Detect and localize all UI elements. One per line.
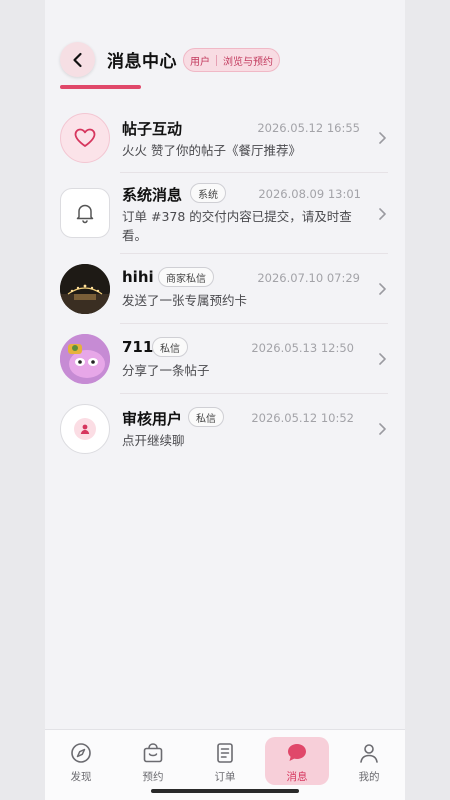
chevron-right-icon [379, 353, 386, 365]
message-time: 2026.08.09 13:01 [258, 187, 361, 201]
message-row-711[interactable]: 711 私信 2026.05.13 12:50 分享了一条帖子 [45, 324, 405, 394]
chevron-right-icon [379, 283, 386, 295]
avatar-photo [60, 264, 110, 314]
message-time: 2026.05.12 16:55 [257, 121, 360, 135]
tab-label: 订单 [214, 771, 236, 783]
home-indicator [151, 789, 299, 793]
header: 消息中心 用户 浏览与预约 [45, 0, 405, 100]
tab-label: 消息 [286, 771, 308, 783]
avatar [60, 404, 110, 454]
message-preview: 火火 赞了你的帖子《餐厅推荐》 [122, 143, 301, 158]
cartoon-image [60, 334, 110, 384]
user-icon [74, 418, 96, 440]
mode-user-label: 用户 [190, 56, 210, 68]
message-time: 2026.07.10 07:29 [257, 271, 360, 285]
message-preview: 订单 #378 的交付内容已提交，请及时查看。 [122, 209, 352, 243]
message-sender: hihi [122, 268, 154, 286]
chevron-right-icon [379, 208, 386, 220]
avatar [60, 188, 110, 238]
document-icon [217, 743, 233, 763]
chevron-right-icon [379, 423, 386, 435]
tab-label: 发现 [70, 771, 92, 783]
title-underline [60, 85, 141, 89]
message-preview: 发送了一张专属预约卡 [122, 293, 248, 308]
message-row-review-user[interactable]: 审核用户 私信 2026.05.12 10:52 点开继续聊 [45, 394, 405, 464]
tab-profile[interactable]: 我的 [341, 737, 397, 785]
sender-badge: 私信 [152, 337, 188, 357]
tab-booking[interactable]: 预约 [125, 737, 181, 785]
message-preview: 分享了一条帖子 [122, 363, 210, 378]
chevron-left-icon [72, 52, 82, 67]
message-preview: 点开继续聊 [122, 433, 185, 448]
chat-bubble-icon [288, 744, 306, 761]
tab-messages[interactable]: 消息 [265, 737, 329, 785]
avatar-photo [60, 334, 110, 384]
message-row-hihi[interactable]: hihi 商家私信 2026.07.10 07:29 发送了一张专属预约卡 [45, 254, 405, 324]
tab-label: 预约 [142, 771, 164, 783]
sender-badge: 私信 [188, 407, 224, 427]
bell-icon [76, 204, 94, 224]
bottom-tab-bar: 发现 预约 订单 消息 我的 [45, 729, 405, 800]
message-time: 2026.05.13 12:50 [251, 341, 354, 355]
person-icon [360, 744, 378, 763]
mode-browse-label: 浏览与预约 [223, 56, 273, 68]
sender-badge: 系统 [190, 183, 226, 203]
tab-label: 我的 [358, 771, 380, 783]
message-row-system[interactable]: 系统消息 系统 2026.08.09 13:01 订单 #378 的交付内容已提… [45, 173, 405, 254]
page-title: 消息中心 [107, 52, 177, 72]
avatar [60, 113, 110, 163]
message-sender: 审核用户 [122, 410, 183, 428]
mode-switch[interactable]: 用户 浏览与预约 [183, 48, 280, 72]
message-row-post-interaction[interactable]: 帖子互动 2026.05.12 16:55 火火 赞了你的帖子《餐厅推荐》 [45, 103, 405, 173]
message-time: 2026.05.12 10:52 [251, 411, 354, 425]
heart-icon [74, 128, 96, 147]
message-sender: 711 [122, 338, 154, 356]
message-sender: 帖子互动 [122, 120, 183, 138]
tab-discover[interactable]: 发现 [53, 737, 109, 785]
night-scene-image [60, 264, 110, 314]
sender-badge: 商家私信 [158, 267, 214, 287]
phone-screen: 消息中心 用户 浏览与预约 帖子互动 2026.05.12 16:55 火火 赞… [45, 0, 405, 800]
tab-orders[interactable]: 订单 [197, 737, 253, 785]
compass-icon [71, 743, 91, 763]
message-sender: 系统消息 [122, 186, 183, 204]
chevron-right-icon [379, 132, 386, 144]
back-button[interactable] [60, 42, 95, 77]
mode-divider [216, 54, 217, 66]
message-list: 帖子互动 2026.05.12 16:55 火火 赞了你的帖子《餐厅推荐》 系统… [45, 103, 405, 464]
bag-icon [143, 743, 163, 763]
